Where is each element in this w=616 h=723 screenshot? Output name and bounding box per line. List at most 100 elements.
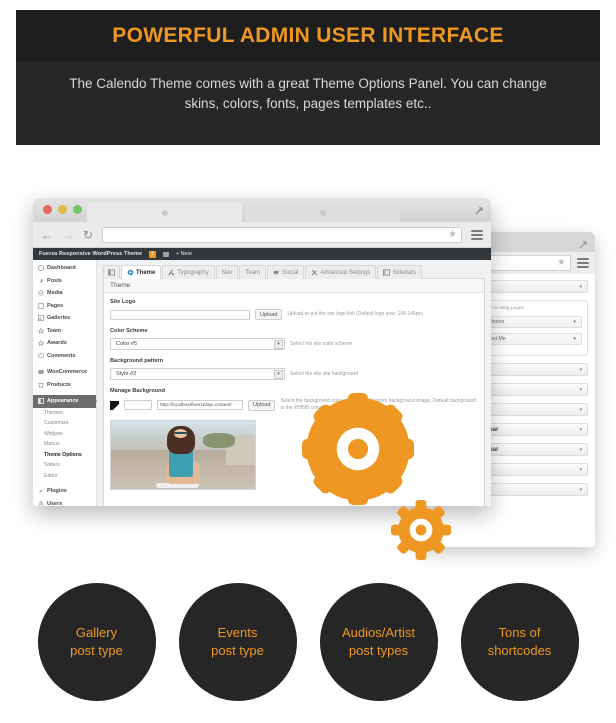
- browser-menu-icon[interactable]: [471, 229, 483, 240]
- background-color-input[interactable]: [124, 400, 152, 410]
- close-button[interactable]: [43, 205, 52, 214]
- maximize-button[interactable]: [73, 205, 82, 214]
- tab-favicon-icon: [161, 210, 168, 216]
- submenu-item-sliders[interactable]: Sliders: [33, 460, 96, 471]
- tab-advanced-settings[interactable]: Advanced Settings: [305, 265, 377, 279]
- background-url-input[interactable]: http://localhost/fuerza/wp-content/: [157, 400, 243, 410]
- comment-bubble-icon[interactable]: [162, 251, 169, 257]
- bookmark-star-icon[interactable]: ★: [448, 229, 457, 240]
- tab-team[interactable]: Team: [239, 265, 267, 279]
- sidebar-item-label: Users: [47, 500, 63, 506]
- sidebar-item-comments[interactable]: Comments: [33, 350, 96, 363]
- circle-line-2: shortcodes: [487, 643, 552, 658]
- tab-theme[interactable]: Theme: [121, 265, 162, 279]
- sidebar-item-posts[interactable]: Posts: [33, 275, 96, 288]
- background-upload-button[interactable]: Upload: [248, 399, 276, 411]
- wp-admin-sidebar: Dashboard Posts Media Pages Galleries Te…: [33, 260, 97, 506]
- feature-circle-audios-artist[interactable]: Audios/Artist post types: [319, 583, 438, 701]
- sidebar-item-label: Appearance: [47, 398, 79, 405]
- expand-icon[interactable]: [474, 203, 484, 215]
- browser-tab[interactable]: [245, 202, 400, 222]
- color-picker-swatch[interactable]: [110, 400, 119, 410]
- reload-button[interactable]: ↻: [83, 229, 93, 241]
- chevron-down-icon: ▾: [579, 466, 582, 473]
- submenu-label: Widgets: [44, 430, 63, 437]
- submenu-item-widgets[interactable]: Widgets: [33, 429, 96, 440]
- tab-label: Nav: [221, 269, 233, 276]
- tab-social[interactable]: Social: [267, 265, 305, 279]
- theme-options-content: Theme Typography Nav Team Social Advance…: [97, 260, 491, 506]
- secondary-menu-icon[interactable]: [577, 258, 589, 268]
- address-bar[interactable]: ★: [102, 226, 462, 243]
- feature-circle-gallery[interactable]: Gallery post type: [37, 583, 156, 701]
- comment-icon: [38, 353, 44, 359]
- window-controls[interactable]: [43, 205, 82, 214]
- primary-browser-window[interactable]: ← → ↻ ★ Fuerza Responsive WordPress Them…: [33, 198, 491, 506]
- large-gear-icon: [302, 393, 414, 505]
- background-pattern-select[interactable]: Style #2 ▾: [110, 368, 285, 380]
- bookmark-star-icon[interactable]: ★: [557, 258, 566, 268]
- sidebar-item-dashboard[interactable]: Dashboard: [33, 262, 96, 275]
- layout-icon: [108, 269, 115, 276]
- browser-tab[interactable]: [87, 202, 242, 222]
- manage-background-row: http://localhost/fuerza/wp-content/ Uplo…: [110, 398, 478, 412]
- expand-icon[interactable]: [578, 237, 588, 249]
- manage-background-label: Manage Background: [110, 388, 166, 394]
- chevron-down-icon: ▾: [579, 426, 582, 433]
- circle-line-1: Gallery: [75, 625, 118, 640]
- tab-nav[interactable]: Nav: [215, 265, 239, 279]
- wp-site-name[interactable]: Fuerza Responsive WordPress Theme: [39, 251, 142, 257]
- sidebar-item-label: Pages: [47, 302, 64, 309]
- sidebar-item-team[interactable]: Team: [33, 325, 96, 338]
- header-title-band: POWERFUL ADMIN USER INTERFACE: [16, 10, 600, 62]
- sidebar-item-woocommerce[interactable]: WooCommerce: [33, 366, 96, 379]
- plugin-icon: [38, 488, 44, 494]
- back-button[interactable]: ←: [41, 229, 53, 241]
- color-scheme-select[interactable]: Color #5 ▾: [110, 338, 285, 350]
- wrench-icon: [311, 269, 318, 276]
- submenu-item-editor[interactable]: Editor: [33, 471, 96, 482]
- browser-navbar: ← → ↻ ★: [33, 222, 491, 248]
- pin-icon: [38, 278, 44, 284]
- site-logo-upload-button[interactable]: Upload: [255, 309, 283, 320]
- circle-line-1: Events: [217, 625, 258, 640]
- color-scheme-value: Color #5: [116, 341, 138, 347]
- sidebar-item-products[interactable]: Products: [33, 379, 96, 392]
- sidebar-item-users[interactable]: Users: [33, 498, 96, 506]
- minimize-button[interactable]: [58, 205, 67, 214]
- submenu-item-themes[interactable]: Themes: [33, 408, 96, 419]
- thumb-sunglasses: [174, 431, 188, 435]
- sidebar-item-pages[interactable]: Pages: [33, 300, 96, 313]
- feature-circle-shortcodes[interactable]: Tons of shortcodes: [460, 583, 579, 701]
- color-scheme-label: Color Scheme: [110, 328, 148, 334]
- circle-line-1: Audios/Artist: [342, 625, 415, 640]
- chevron-down-icon[interactable]: ▾: [274, 339, 283, 349]
- tab-typography[interactable]: Typography: [162, 265, 215, 279]
- tab-sidebars[interactable]: Sidebars: [377, 265, 423, 279]
- tab-label: Advanced Settings: [320, 269, 371, 276]
- new-content-button[interactable]: + New: [176, 251, 192, 257]
- updates-badge[interactable]: 1: [149, 250, 156, 258]
- chevron-down-icon: ▾: [579, 446, 582, 453]
- forward-button[interactable]: →: [62, 229, 74, 241]
- color-scheme-hint: Select the site color scheme: [290, 340, 353, 347]
- sidebar-item-appearance[interactable]: Appearance: [33, 395, 97, 408]
- sidebar-item-awards[interactable]: Awards: [33, 337, 96, 350]
- submenu-item-menus[interactable]: Menus: [33, 439, 96, 450]
- chevron-down-icon: ▾: [579, 386, 582, 393]
- sidebar-item-media[interactable]: Media: [33, 287, 96, 300]
- wp-admin-body: Dashboard Posts Media Pages Galleries Te…: [33, 260, 491, 506]
- tab-layout[interactable]: [103, 265, 120, 279]
- feature-circle-events[interactable]: Events post type: [178, 583, 297, 701]
- product-icon: [38, 382, 44, 388]
- submenu-item-customize[interactable]: Customize: [33, 418, 96, 429]
- submenu-label: Editor: [44, 472, 58, 479]
- sidebar-item-galleries[interactable]: Galleries: [33, 312, 96, 325]
- site-logo-input[interactable]: [110, 309, 250, 320]
- social-icon: [273, 269, 280, 276]
- tab-label: Team: [245, 269, 261, 276]
- submenu-item-theme-options[interactable]: Theme Options: [33, 450, 96, 461]
- chevron-down-icon[interactable]: ▾: [274, 369, 283, 379]
- sidebar-item-plugins[interactable]: Plugins: [33, 485, 96, 498]
- sidebar-item-label: Plugins: [47, 488, 67, 495]
